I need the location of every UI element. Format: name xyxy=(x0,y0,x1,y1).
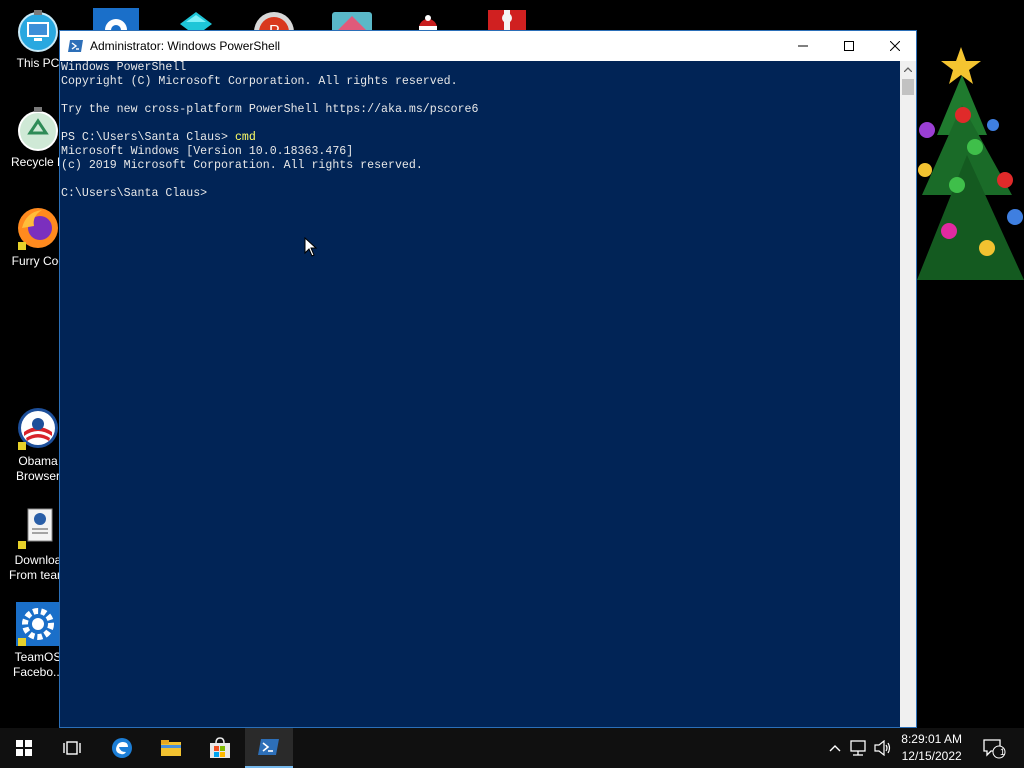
console-line: Try the new cross-platform PowerShell ht… xyxy=(61,103,479,116)
store-icon xyxy=(210,737,230,758)
windows-logo-icon xyxy=(16,740,32,756)
top-house-icon[interactable] xyxy=(328,6,376,32)
console-output[interactable]: Windows PowerShell Copyright (C) Microso… xyxy=(60,61,900,727)
window-titlebar[interactable]: Administrator: Windows PowerShell xyxy=(60,31,916,61)
window-title: Administrator: Windows PowerShell xyxy=(90,39,281,53)
show-hidden-icons-button[interactable] xyxy=(826,728,844,768)
chevron-up-icon xyxy=(829,745,841,752)
top-gem-icon[interactable] xyxy=(172,6,220,32)
notification-count-badge: 1 xyxy=(999,747,1005,757)
action-center-button[interactable]: 1 xyxy=(976,728,1012,768)
powershell-icon xyxy=(258,739,279,755)
chevron-up-icon xyxy=(904,67,912,72)
start-button[interactable] xyxy=(0,728,48,768)
console-line: Copyright (C) Microsoft Corporation. All… xyxy=(61,75,458,88)
task-view-button[interactable] xyxy=(48,728,96,768)
powershell-window[interactable]: Administrator: Windows PowerShell Window… xyxy=(59,30,917,728)
scroll-up-button[interactable] xyxy=(900,61,916,78)
powershell-icon xyxy=(68,38,84,54)
clock-time: 8:29:01 AM xyxy=(901,732,962,746)
minimize-button[interactable] xyxy=(780,31,826,61)
console-line: C:\Users\Santa Claus> xyxy=(61,187,208,200)
store-taskbar-button[interactable] xyxy=(196,728,244,768)
recycle-bin-icon xyxy=(16,107,60,151)
download-document-icon xyxy=(16,505,60,549)
maximize-icon xyxy=(844,41,854,51)
file-explorer-taskbar-button[interactable] xyxy=(147,728,195,768)
vertical-scrollbar[interactable] xyxy=(900,61,916,727)
powershell-taskbar-button[interactable] xyxy=(245,728,293,768)
volume-button[interactable] xyxy=(872,728,894,768)
network-icon xyxy=(850,740,866,756)
top-app-icon[interactable]: P xyxy=(250,6,298,32)
scrollbar-thumb[interactable] xyxy=(902,79,914,95)
obama-browser-icon xyxy=(16,406,60,450)
console-line: Microsoft Windows [Version 10.0.18363.47… xyxy=(61,145,354,158)
maximize-button[interactable] xyxy=(826,31,872,61)
folder-icon xyxy=(161,740,181,756)
task-view-icon xyxy=(63,741,81,755)
close-button[interactable] xyxy=(872,31,918,61)
top-santa-icon[interactable] xyxy=(404,6,452,32)
minimize-icon xyxy=(798,45,808,47)
top-settings-icon[interactable] xyxy=(92,6,140,32)
edge-taskbar-button[interactable] xyxy=(98,728,146,768)
this-pc-icon xyxy=(16,8,60,52)
christmas-tree-decoration xyxy=(917,45,1024,285)
network-button[interactable] xyxy=(848,728,870,768)
console-line: (c) 2019 Microsoft Corporation. All righ… xyxy=(61,159,423,172)
mouse-cursor-icon xyxy=(304,236,318,262)
clock-date: 12/15/2022 xyxy=(901,749,962,763)
typed-command: cmd xyxy=(234,131,256,144)
close-icon xyxy=(890,41,900,51)
top-gift-icon[interactable] xyxy=(482,6,530,32)
firefox-icon xyxy=(16,206,60,250)
edge-icon xyxy=(112,738,132,758)
console-prompt: PS C:\Users\Santa Claus> xyxy=(61,131,235,144)
console-line: Windows PowerShell xyxy=(61,61,187,74)
taskbar: 8:29:01 AM 12/15/2022 1 xyxy=(0,728,1024,768)
speaker-icon xyxy=(874,740,891,756)
gear-icon xyxy=(16,602,60,646)
taskbar-clock[interactable]: 8:29:01 AM 12/15/2022 xyxy=(901,731,962,765)
